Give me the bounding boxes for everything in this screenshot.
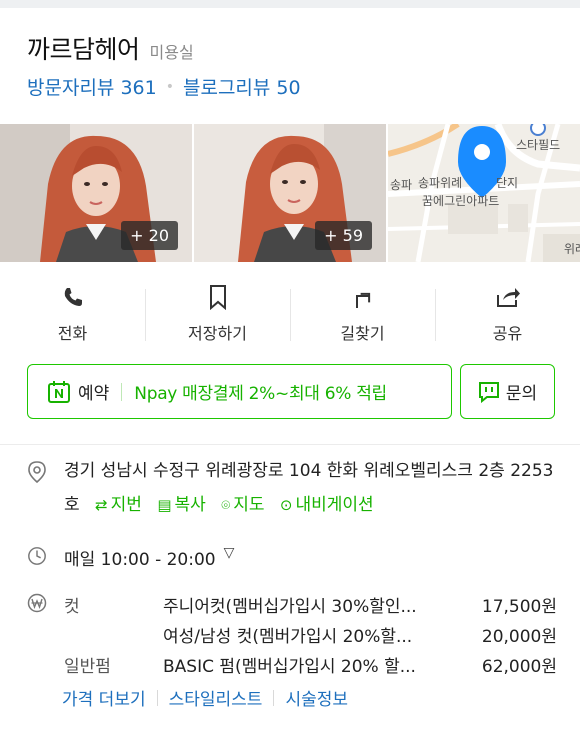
save-button[interactable]: 저장하기: [145, 283, 290, 351]
inquiry-label: 문의: [505, 384, 538, 404]
divider: [121, 382, 123, 401]
map-label: 송파: [390, 178, 413, 192]
price-list: 컷 주니어컷(멤버십가입시 30%할인... 17,500원 여성/남성 컷(멤…: [27, 589, 557, 679]
share-button[interactable]: 공유: [435, 283, 580, 351]
photo-count-badge: + 59: [315, 221, 372, 250]
price-amount: 62,000원: [481, 656, 557, 677]
map-label: 꿈에그린아파트: [422, 194, 500, 208]
chevron-down-icon: ▽: [223, 545, 235, 561]
price-category: 컷: [64, 596, 80, 617]
chat-icon: [478, 381, 499, 403]
reserve-label: 예약: [78, 384, 110, 404]
action-label: 길찾기: [340, 324, 385, 343]
lot-number-link[interactable]: ⇄ 지번: [95, 495, 142, 515]
map-label: 스타필드: [516, 138, 561, 152]
review-links: 방문자리뷰 361 • 블로그리뷰 50: [27, 73, 301, 100]
swap-icon: ⇄: [95, 496, 108, 514]
photo-thumbnail-1[interactable]: + 20: [0, 124, 192, 262]
photo-strip: + 20 + 59 스타필드 송파 송파위례 단지 꿈에그린아파트 위: [0, 124, 580, 262]
divider: [273, 689, 275, 706]
divider: [156, 689, 158, 706]
price-name: 여성/남성 컷(멤버가입시 20%할...: [163, 626, 413, 647]
photo-count-badge: + 20: [121, 221, 178, 250]
price-item[interactable]: 일반펌 BASIC 펌(멤버십가입시 20% 할... 62,000원: [27, 649, 557, 679]
more-links: 가격 더보기 스타일리스트 시술정보: [62, 685, 348, 710]
reservation-button[interactable]: 예약 Npay 매장결제 2%~최대 6% 적립: [27, 364, 452, 419]
map-pin-icon: ⌾: [221, 496, 231, 514]
naver-booking-icon: [48, 380, 70, 403]
directions-icon: [351, 283, 375, 311]
business-name: 까르담헤어: [27, 35, 140, 64]
price-item[interactable]: 여성/남성 컷(멤버가입시 20%할... 20,000원: [27, 619, 557, 649]
price-name: BASIC 펌(멤버십가입시 20% 할...: [163, 656, 416, 677]
copy-address-link[interactable]: ▤ 복사: [157, 495, 205, 515]
title-row: 까르담헤어 미용실: [27, 30, 194, 66]
npay-benefit-text: Npay 매장결제 2%~최대 6% 적립: [134, 384, 387, 404]
price-amount: 20,000원: [481, 626, 557, 647]
visitor-reviews-link[interactable]: 방문자리뷰 361: [27, 73, 157, 100]
more-prices-link[interactable]: 가격 더보기: [62, 685, 146, 710]
action-label: 전화: [57, 324, 88, 343]
service-info-link[interactable]: 시술정보: [285, 685, 348, 710]
business-hours: 매일 10:00 - 20:00: [64, 550, 216, 570]
photo-thumbnail-2[interactable]: + 59: [194, 124, 386, 262]
price-amount: 17,500원: [481, 596, 557, 617]
blog-reviews-link[interactable]: 블로그리뷰 50: [183, 73, 301, 100]
directions-button[interactable]: 길찾기: [290, 283, 435, 351]
address-row: 경기 성남시 수정구 위례광장로 104 한화 위례오벨리스크 2층 2253호…: [27, 461, 559, 522]
navigation-icon: ⊙: [279, 496, 293, 514]
share-icon: [495, 283, 521, 311]
stylist-link[interactable]: 스타일리스트: [169, 685, 263, 710]
clock-icon: [28, 547, 46, 565]
separator-dot: •: [165, 78, 174, 95]
call-button[interactable]: 전화: [0, 283, 145, 351]
map-thumbnail[interactable]: 스타필드 송파 송파위례 단지 꿈에그린아파트 위례: [388, 124, 580, 262]
action-label: 공유: [492, 324, 523, 343]
price-category: 일반펌: [64, 656, 111, 677]
copy-icon: ▤: [157, 496, 172, 514]
business-category: 미용실: [149, 43, 194, 62]
phone-icon: [61, 283, 85, 311]
bookmark-icon: [206, 283, 230, 311]
action-bar: 전화 저장하기 길찾기 공유: [0, 283, 580, 351]
hours-row[interactable]: 매일 10:00 - 20:00 ▽: [27, 545, 234, 570]
navigation-link[interactable]: ⊙ 내비게이션: [280, 495, 374, 515]
top-divider: [0, 0, 580, 8]
price-name: 주니어컷(멤버십가입시 30%할인...: [163, 596, 417, 617]
inquiry-button[interactable]: 문의: [460, 364, 555, 419]
section-divider: [0, 444, 580, 445]
won-icon: [27, 593, 47, 613]
location-pin-icon: [28, 461, 46, 483]
map-label: 송파위례: [418, 176, 463, 190]
map-label: 단지: [496, 176, 519, 190]
price-item[interactable]: 컷 주니어컷(멤버십가입시 30%할인... 17,500원: [27, 589, 557, 619]
map-link[interactable]: ⌾ 지도: [221, 495, 264, 515]
action-label: 저장하기: [188, 324, 247, 343]
map-label: 위례: [564, 242, 580, 256]
